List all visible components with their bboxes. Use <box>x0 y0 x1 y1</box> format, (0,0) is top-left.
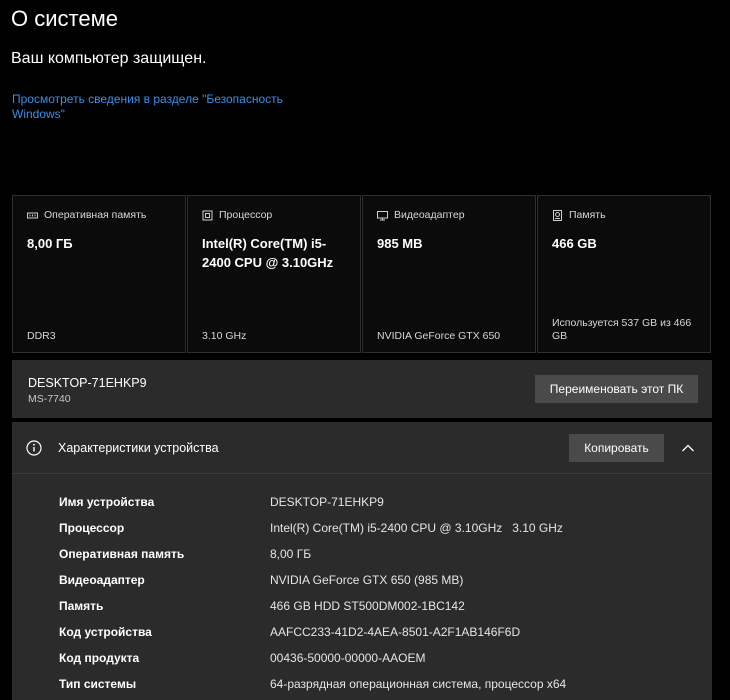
spec-value: 64-разрядная операционная система, проце… <box>270 677 567 691</box>
card-display-adapter: Видеоадаптер 985 MB NVIDIA GeForce GTX 6… <box>362 195 536 353</box>
card-value: Intel(R) Core(TM) i5-2400 CPU @ 3.10GHz <box>202 236 334 270</box>
card-value: 985 MB <box>377 236 423 251</box>
spec-value: AAFCC233-41D2-4AEA-8501-A2F1AB146F6D <box>270 625 521 639</box>
specs-title: Характеристики устройства <box>58 441 219 455</box>
specs-header[interactable]: Характеристики устройства Копировать <box>12 422 712 474</box>
card-memory: Оперативная память 8,00 ГБ DDR3 <box>12 195 186 353</box>
display-adapter-icon <box>377 210 388 221</box>
info-icon <box>26 440 42 456</box>
card-label: Процессор <box>219 209 273 221</box>
spec-row: Видеоадаптер NVIDIA GeForce GTX 650 (985… <box>12 568 712 594</box>
spec-cards: Оперативная память 8,00 ГБ DDR3 Процессо… <box>12 195 712 353</box>
spec-value: DESKTOP-71EHKP9 <box>270 495 384 509</box>
spec-row: Тип системы 64-разрядная операционная си… <box>12 672 712 698</box>
spec-label: Имя устройства <box>59 495 155 509</box>
device-specifications-panel: Характеристики устройства Копировать Имя… <box>12 422 712 700</box>
card-footer: NVIDIA GeForce GTX 650 <box>377 330 501 342</box>
spec-label: Код продукта <box>59 651 140 665</box>
card-value: 8,00 ГБ <box>27 236 73 251</box>
card-label: Оперативная память <box>44 209 147 221</box>
spec-value: 466 GB HDD ST500DM002-1BC142 <box>270 599 465 613</box>
copy-button[interactable]: Копировать <box>569 434 664 462</box>
spec-label: Тип системы <box>59 677 137 691</box>
spec-row: Имя устройства DESKTOP-71EHKP9 <box>12 490 712 516</box>
spec-label: Память <box>59 599 104 613</box>
spec-label: Оперативная память <box>59 547 185 561</box>
spec-label: Код устройства <box>59 625 152 639</box>
specs-rows: Имя устройства DESKTOP-71EHKP9 Процессор… <box>12 490 712 698</box>
spec-label: Видеоадаптер <box>59 573 145 587</box>
spec-row: Память 466 GB HDD ST500DM002-1BC142 <box>12 594 712 620</box>
chevron-up-icon[interactable] <box>681 440 695 452</box>
card-label: Память <box>569 209 606 221</box>
spec-value: 8,00 ГБ <box>270 547 312 561</box>
card-footer: Используется 537 GB из 466 GB <box>552 317 692 342</box>
spec-value: Intel(R) Core(TM) i5-2400 CPU @ 3.10GHz … <box>270 521 563 535</box>
pc-name-bar: DESKTOP-71EHKP9 MS-7740 Переименовать эт… <box>12 360 712 418</box>
protection-status: Ваш компьютер защищен. <box>11 50 207 67</box>
spec-label: Процессор <box>59 521 125 535</box>
card-footer: DDR3 <box>27 330 56 342</box>
spec-row: Оперативная память 8,00 ГБ <box>12 542 712 568</box>
windows-security-link[interactable]: Просмотреть сведения в разделе "Безопасн… <box>12 92 312 122</box>
spec-row: Код устройства AAFCC233-41D2-4AEA-8501-A… <box>12 620 712 646</box>
spec-value: NVIDIA GeForce GTX 650 (985 MB) <box>270 573 464 587</box>
card-footer: 3.10 GHz <box>202 330 247 342</box>
spec-value: 00436-50000-00000-AAOEM <box>270 651 426 665</box>
card-storage: Память 466 GB Используется 537 GB из 466… <box>537 195 711 353</box>
pc-model: MS-7740 <box>28 393 71 405</box>
card-processor: Процессор Intel(R) Core(TM) i5-2400 CPU … <box>187 195 361 353</box>
spec-row: Процессор Intel(R) Core(TM) i5-2400 CPU … <box>12 516 712 542</box>
page-title: О системе <box>11 6 118 31</box>
card-value: 466 GB <box>552 236 597 251</box>
pc-name: DESKTOP-71EHKP9 <box>28 376 147 390</box>
card-label: Видеоадаптер <box>394 209 465 221</box>
about-page: О системе Ваш компьютер защищен. Просмот… <box>0 0 730 700</box>
processor-icon <box>202 210 213 221</box>
rename-pc-button[interactable]: Переименовать этот ПК <box>535 375 698 403</box>
memory-icon <box>27 210 38 221</box>
spec-row: Код продукта 00436-50000-00000-AAOEM <box>12 646 712 672</box>
storage-icon <box>552 209 563 221</box>
